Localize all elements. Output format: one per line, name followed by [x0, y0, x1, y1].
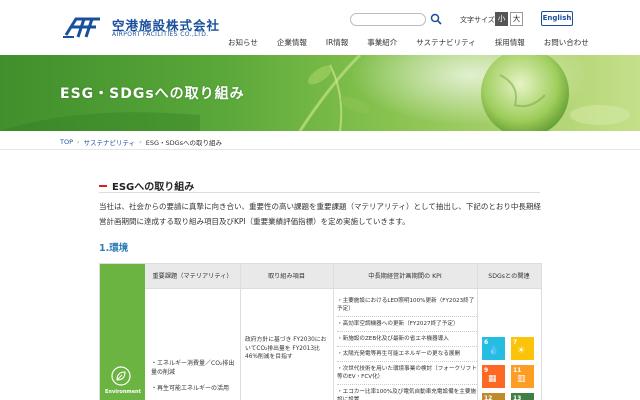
subsection-heading: 1.環境 — [99, 243, 129, 254]
breadcrumb-current: ESG・SDGsへの取り組み — [145, 139, 223, 147]
breadcrumb-top[interactable]: TOP — [60, 138, 73, 146]
leaf-icon — [111, 366, 131, 386]
company-name-en: AIRPORT FACILITIES CO.,LTD. — [112, 31, 209, 38]
nav-item-ir[interactable]: IR情報 — [326, 37, 348, 48]
english-button[interactable]: English — [541, 11, 573, 26]
kpi-item: ・太陽光発電等再生可能エネルギーの更なる展開 — [337, 350, 477, 362]
nav-item-business[interactable]: 事業紹介 — [367, 37, 397, 48]
sdg-goal-number: 12 — [484, 395, 493, 400]
search-icon[interactable] — [430, 13, 442, 25]
kpi-item: ・新施設のZEB化及び最新の省エネ機器導入 — [337, 335, 477, 347]
kpi-item: ・エコカー比率100%及び電気自動車充電設備を主要施設に設置 — [337, 388, 477, 400]
initiative-cell: 政府方針に基づき FY2030においてCO₂排出量を FY2013比46%削減を… — [245, 337, 327, 360]
breadcrumb-divider — [0, 149, 640, 150]
table-header-initiative: 取り組み項目 — [267, 273, 306, 280]
column-divider — [240, 264, 241, 400]
sdg-goal-number: 11 — [513, 367, 522, 374]
sdg-goal-glyph-icon: ☀ — [517, 346, 526, 356]
sdg-goal-number: 6 — [484, 339, 489, 346]
heading-accent-bar — [99, 184, 107, 187]
kpi-item: ・主要施設におけるLED照明100%更新（FY2023終了予定） — [337, 297, 477, 317]
sdg-goal-glyph-icon: 💧 — [488, 346, 500, 356]
sdg-goal-7-icon: 7 ☀ — [511, 337, 534, 360]
table-header-sdgs: SDGsとの関連 — [488, 273, 530, 280]
column-divider — [477, 264, 478, 400]
breadcrumb-chevron-icon: › — [77, 138, 80, 146]
column-divider — [333, 264, 334, 400]
breadcrumb: TOP › サステナビリティ › ESG・SDGsへの取り組み — [60, 137, 222, 147]
nav-item-contact[interactable]: お問い合わせ — [544, 37, 589, 48]
sdg-goal-12-icon: 12∞ — [482, 393, 505, 400]
table-header-kpi: 中長期経営計画期間の KPI — [368, 273, 442, 280]
breadcrumb-chevron-icon: › — [139, 138, 142, 146]
section-heading-text: ESGへの取り組み — [112, 182, 195, 193]
sdg-goal-glyph-icon: ▥ — [517, 374, 526, 384]
nav-item-news[interactable]: お知らせ — [228, 37, 258, 48]
hero-banner: ESG・SDGsへの取り組み — [0, 55, 640, 131]
kpi-item: ・次世代技術を用いた環境事業の検討（フォークリフト等のEV・FCV化） — [337, 365, 477, 385]
materiality-item: ・エネルギー消費量／CO₂排出量の削減 — [151, 360, 235, 376]
site-header: 空港施設株式会社 AIRPORT FACILITIES CO.,LTD. 文字サ… — [0, 0, 640, 55]
kpi-cell: ・主要施設におけるLED照明100%更新（FY2023終了予定） ・高効率空調機… — [337, 297, 477, 400]
kpi-item: ・高効率空調機器への更新（FY2027終了予定） — [337, 320, 477, 332]
materiality-item: ・再生可能エネルギーの活用 — [151, 385, 230, 392]
page-title: ESG・SDGsへの取り組み — [60, 86, 245, 102]
intro-paragraph: 当社は、社会からの要請に真摯に向き合い、重要性の高い課題を重要課題（マテリアリテ… — [99, 202, 541, 226]
sdg-goal-number: 13 — [513, 395, 522, 400]
nav-item-sustainability[interactable]: サステナビリティ — [416, 37, 475, 48]
sdg-goal-13-icon: 13◉ — [511, 393, 534, 400]
font-size-large-button[interactable]: 大 — [510, 12, 523, 26]
nav-item-company[interactable]: 企業情報 — [277, 37, 307, 48]
materiality-cell: ・エネルギー消費量／CO₂排出量の削減 ・再生可能エネルギーの活用 — [151, 359, 239, 400]
main-nav: お知らせ 企業情報 IR情報 事業紹介 サステナビリティ 採用情報 お問い合わせ — [228, 37, 608, 48]
sdg-goal-number: 9 — [484, 367, 489, 374]
font-size-small-button[interactable]: 小 — [495, 12, 508, 26]
sdg-goal-9-icon: 9 ▦ — [482, 365, 505, 388]
table-header-row: 重要課題（マテリアリティ） 取り組み項目 中長期経営計画期間の KPI SDGs… — [145, 264, 541, 289]
search-input[interactable] — [350, 13, 426, 26]
sdg-goal-number: 7 — [513, 339, 518, 346]
sdgs-icon-grid: 6💧 7☀ 9▦ 11▥ 12∞ 13◉ — [482, 337, 538, 400]
sdg-goal-glyph-icon: ▦ — [488, 374, 497, 384]
environment-table: 重要課題（マテリアリティ） 取り組み項目 中長期経営計画期間の KPI SDGs… — [99, 263, 542, 400]
environment-label: Environment — [105, 389, 141, 395]
section-heading: ESGへの取り組み — [99, 178, 194, 193]
font-size-label: 文字サイズ — [460, 16, 495, 24]
sdg-goal-6-icon: 6 💧 — [482, 337, 505, 360]
breadcrumb-sustainability[interactable]: サステナビリティ — [84, 137, 135, 147]
sdg-goal-11-icon: 11 ▥ — [511, 365, 534, 388]
company-logo-icon[interactable] — [62, 15, 102, 39]
table-header-materiality: 重要課題（マテリアリティ） — [152, 273, 233, 280]
section-divider — [99, 192, 540, 193]
nav-item-recruit[interactable]: 採用情報 — [495, 37, 525, 48]
